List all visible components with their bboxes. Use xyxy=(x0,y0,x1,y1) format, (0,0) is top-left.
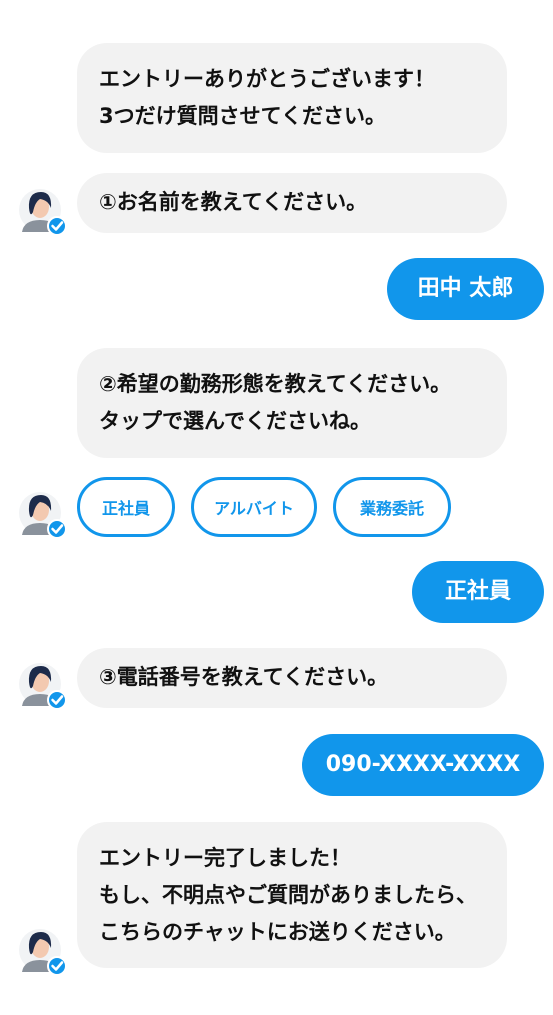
user-reply-employment: 正社員 xyxy=(412,561,544,623)
message-line: ①お名前を教えてください。 xyxy=(99,190,368,214)
option-chip-fulltime[interactable]: 正社員 xyxy=(77,477,175,537)
bot-avatar xyxy=(18,489,68,539)
message-line: 3つだけ質問させてください。 xyxy=(99,104,386,128)
bot-avatar xyxy=(18,186,68,236)
bot-message-welcome: エントリーありがとうございます！ 3つだけ質問させてください。 xyxy=(77,43,507,153)
message-line: タップで選んでくださいね。 xyxy=(99,409,371,433)
option-chip-parttime[interactable]: アルバイト xyxy=(191,477,317,537)
user-reply-phone: 090-XXXX-XXXX xyxy=(302,734,544,796)
avatar-icon xyxy=(19,663,67,710)
message-line: エントリーありがとうございます！ xyxy=(99,67,435,91)
avatar-icon xyxy=(19,492,67,539)
message-line: もし、不明点やご質問がありましたら、 xyxy=(99,883,477,907)
bot-message-complete: エントリー完了しました！ もし、不明点やご質問がありましたら、 こちらのチャット… xyxy=(77,822,507,968)
bot-avatar xyxy=(18,660,68,710)
bot-message-name-question: ①お名前を教えてください。 xyxy=(77,173,507,233)
bot-avatar xyxy=(18,926,68,976)
avatar-icon xyxy=(19,189,67,236)
message-line: エントリー完了しました！ xyxy=(99,846,351,870)
bot-message-employment-question: ②希望の勤務形態を教えてください。 タップで選んでくださいね。 xyxy=(77,348,507,458)
message-line: こちらのチャットにお送りください。 xyxy=(99,920,456,944)
message-line: ③電話番号を教えてください。 xyxy=(99,665,389,689)
bot-message-phone-question: ③電話番号を教えてください。 xyxy=(77,648,507,708)
message-line: ②希望の勤務形態を教えてください。 xyxy=(99,372,452,396)
user-reply-name: 田中 太郎 xyxy=(387,258,544,320)
option-chip-contract[interactable]: 業務委託 xyxy=(333,477,451,537)
avatar-icon xyxy=(19,929,67,976)
